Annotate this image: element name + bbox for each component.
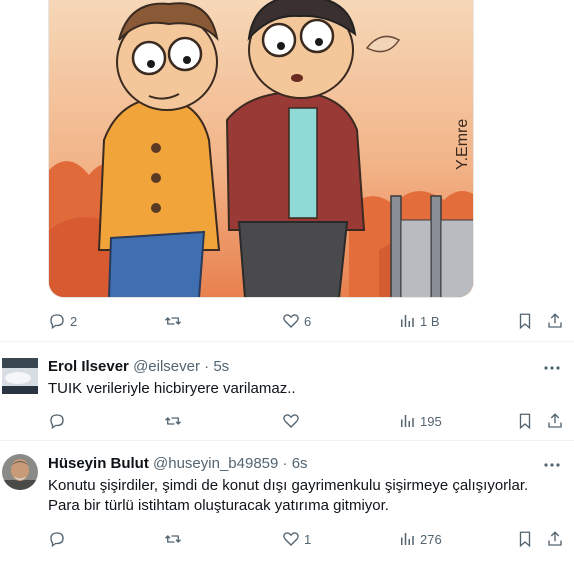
bookmark-icon: [516, 530, 534, 548]
share-button[interactable]: [546, 309, 564, 333]
views-button[interactable]: 195: [398, 409, 442, 433]
user-handle[interactable]: @huseyin_b49859: [153, 455, 278, 472]
display-name[interactable]: Erol Ilsever: [48, 358, 129, 375]
display-name[interactable]: Hüseyin Bulut: [48, 455, 149, 472]
bookmark-button[interactable]: [516, 527, 534, 551]
retweet-icon: [163, 412, 183, 430]
separator-dot: ·: [282, 455, 288, 472]
reply-icon: [48, 412, 66, 430]
views-icon: [398, 312, 416, 330]
bookmark-icon: [516, 312, 534, 330]
views-button[interactable]: 1 B: [398, 309, 440, 333]
separator-dot: ·: [204, 358, 210, 375]
view-count: 195: [420, 413, 442, 429]
tweet-header: Erol Ilsever @eilsever · 5s: [48, 358, 229, 375]
artist-signature: Y.Emre: [454, 119, 471, 170]
tweet-header: Hüseyin Bulut @huseyin_b49859 · 6s: [48, 455, 308, 472]
avatar[interactable]: [2, 454, 38, 490]
like-count: 6: [304, 313, 312, 329]
tweet-text: TUIK verileriyle hicbiryere varilamaz..: [48, 380, 296, 397]
reply-button[interactable]: [48, 409, 70, 433]
retweet-icon: [163, 530, 183, 548]
retweet-button[interactable]: [163, 409, 187, 433]
user-handle[interactable]: @eilsever: [133, 358, 200, 375]
tweet-timestamp[interactable]: 6s: [292, 455, 308, 472]
more-horizontal-icon: [544, 463, 560, 467]
more-options-button[interactable]: [542, 358, 562, 378]
reply-icon: [48, 312, 66, 330]
views-icon: [398, 412, 416, 430]
retweet-icon: [163, 312, 183, 330]
share-icon: [546, 530, 564, 548]
more-options-button[interactable]: [542, 455, 562, 475]
like-button[interactable]: 1: [282, 527, 311, 551]
bookmark-button[interactable]: [516, 309, 534, 333]
like-button[interactable]: [282, 409, 304, 433]
views-icon: [398, 530, 416, 548]
like-button[interactable]: 6: [282, 309, 311, 333]
tweet-text: Konutu şişirdiler, şimdi de konut dışı g…: [48, 476, 558, 516]
views-button[interactable]: 276: [398, 527, 442, 551]
reply-button[interactable]: 2: [48, 309, 77, 333]
more-horizontal-icon: [544, 366, 560, 370]
view-count: 1 B: [420, 313, 440, 329]
share-button[interactable]: [546, 527, 564, 551]
retweet-button[interactable]: [163, 309, 187, 333]
bookmark-icon: [516, 412, 534, 430]
tweet-text-line: Para bir türlü istihtam oluşturacak yatı…: [48, 497, 389, 514]
tweet-action-bar: 195: [46, 409, 568, 433]
bookmark-button[interactable]: [516, 409, 534, 433]
share-icon: [546, 312, 564, 330]
tweet-media-image[interactable]: Y.Emre: [48, 0, 474, 298]
tweet-huseyin[interactable]: Hüseyin Bulut @huseyin_b49859 · 6s Konut…: [0, 441, 574, 570]
tweet-action-bar: 1 276: [46, 527, 568, 551]
share-button[interactable]: [546, 409, 564, 433]
heart-icon: [282, 530, 300, 548]
like-count: 1: [304, 531, 312, 547]
tweet-erol[interactable]: Erol Ilsever @eilsever · 5s TUIK veriler…: [0, 342, 574, 440]
heart-icon: [282, 412, 300, 430]
heart-icon: [282, 312, 300, 330]
tweet-text-line: Konutu şişirdiler, şimdi de konut dışı g…: [48, 477, 529, 494]
retweet-button[interactable]: [163, 527, 187, 551]
share-icon: [546, 412, 564, 430]
view-count: 276: [420, 531, 442, 547]
tweet-action-bar: 2 6 1 B: [46, 309, 568, 333]
tweet-timestamp[interactable]: 5s: [213, 358, 229, 375]
avatar[interactable]: [2, 358, 38, 394]
reply-icon: [48, 530, 66, 548]
reply-count: 2: [70, 313, 78, 329]
reply-button[interactable]: [48, 527, 70, 551]
